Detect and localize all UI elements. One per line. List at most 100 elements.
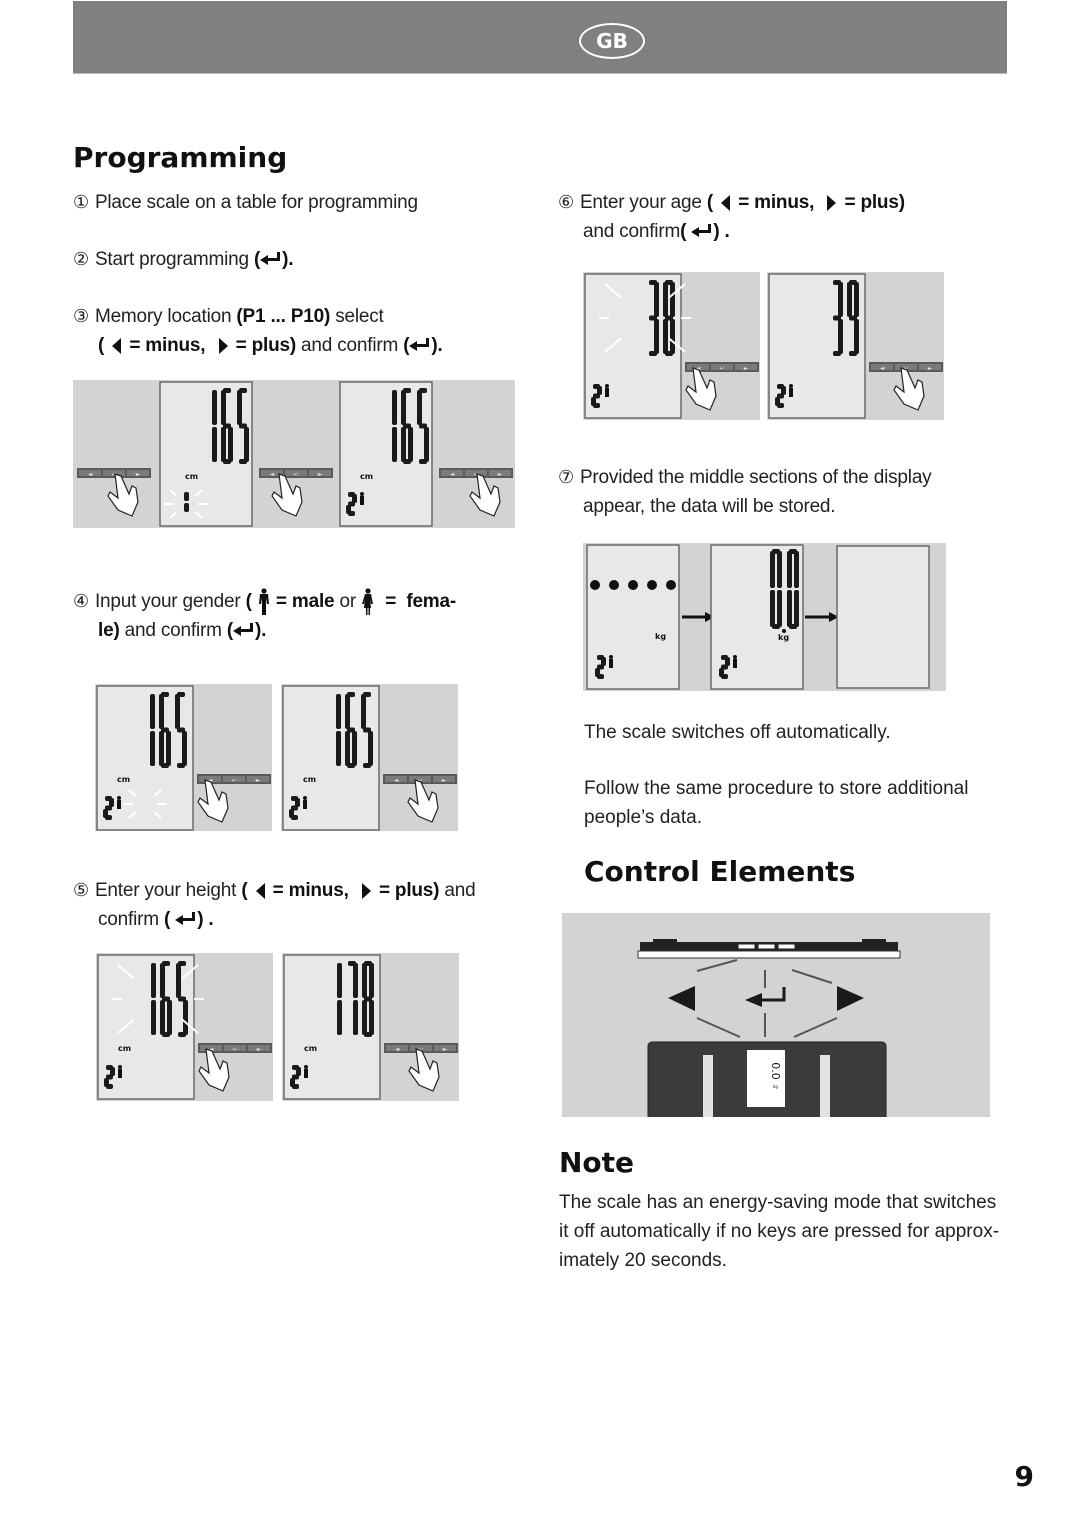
unit-label: cm: [304, 1044, 317, 1053]
pointing-hand-icon: [197, 779, 229, 823]
male-icon: [609, 655, 613, 668]
enter-icon: [409, 337, 431, 352]
svg-text:►: ►: [443, 1046, 448, 1053]
svg-text:►: ►: [136, 471, 141, 478]
right-arrow-icon: [361, 882, 371, 899]
figure-gender-2: cm ◄ ↵ ►: [281, 684, 458, 831]
right-arrow-icon: [218, 337, 228, 354]
svg-text:►: ►: [256, 777, 261, 784]
unit-label: cm: [185, 472, 198, 481]
male-icon: [360, 492, 364, 505]
note-title: Note: [559, 1146, 635, 1179]
male-icon: [605, 384, 609, 397]
svg-text:◄: ◄: [450, 471, 455, 478]
svg-text:◄: ◄: [270, 471, 275, 478]
svg-text:↵: ↵: [293, 471, 298, 478]
step-6: ⑥ Enter your age ( = minus, = plus) and c…: [558, 192, 905, 242]
enter-arrow-icon: [745, 987, 786, 1007]
left-arrow-icon: [721, 194, 731, 211]
pointing-hand-icon: [685, 367, 717, 411]
male-icon: [733, 655, 737, 668]
svg-text:►: ►: [744, 365, 749, 372]
svg-text:◄: ◄: [88, 471, 93, 478]
male-icon: [789, 384, 793, 397]
left-arrow-icon: [255, 882, 265, 899]
svg-text:◄: ◄: [394, 777, 399, 784]
enter-icon: [691, 223, 713, 238]
step-3: ③ Memory location (P1 ... P10) select ( =…: [73, 306, 443, 356]
control-elements-drawing: 0.0 kg: [637, 939, 901, 1125]
figure-memory-select: ◄ ↵ ► cm ◄ ↵ ► cm ◄ ↵ ►: [73, 380, 515, 528]
button-strip: ◄ ↵ ►: [259, 468, 333, 478]
svg-text:◄: ◄: [395, 1046, 400, 1053]
svg-text:↵: ↵: [231, 777, 236, 784]
progress-dot: [609, 580, 619, 590]
step-2: ② Start programming ().: [73, 249, 294, 270]
language-badge: GB: [579, 23, 645, 59]
figure-gender-1: cm ◄ ↵ ►: [95, 684, 272, 831]
svg-text:►: ►: [442, 777, 447, 784]
scale-display-value: 0.0: [769, 1062, 782, 1080]
figure-height-2: cm ◄ ↵ ►: [282, 953, 459, 1101]
figure-age-2-drawing: ◄ ↵ ►: [768, 273, 943, 419]
figure-age-1-drawing: ◄ ↵ ►: [584, 273, 759, 419]
right-arrow-icon: [827, 194, 837, 211]
unit-label: kg: [655, 632, 666, 641]
step-1: ① Place scale on a table for programming: [73, 192, 418, 213]
svg-text:►: ►: [928, 365, 933, 372]
step-7: ⑦ Provided the middle sections of the dis…: [558, 467, 932, 517]
control-elements-figure: 0.0 kg: [562, 913, 990, 1125]
progress-dot: [647, 580, 657, 590]
left-arrow-icon: [112, 337, 122, 354]
svg-text:►: ►: [257, 1046, 262, 1053]
left-arrow-icon: [668, 986, 695, 1011]
svg-text:►: ►: [318, 471, 323, 478]
button-strip: ◄ ↵ ►: [439, 468, 513, 478]
male-icon: [258, 588, 269, 615]
follow-procedure-text: Follow the same procedure to store addit…: [584, 778, 969, 828]
enter-icon: [232, 622, 255, 637]
progress-dot: [628, 580, 638, 590]
figure-memory-select-drawing: ◄ ↵ ► cm ◄ ↵ ► cm ◄ ↵ ►: [77, 381, 513, 527]
scale-display-unit: kg: [773, 1084, 778, 1089]
figure-gender-2-drawing: cm ◄ ↵ ►: [282, 685, 457, 831]
enter-key-icon[interactable]: [757, 943, 776, 950]
figure-height-1: cm ◄ ↵ ►: [96, 953, 273, 1101]
pointing-hand-icon: [198, 1048, 230, 1092]
pointing-hand-icon: [893, 367, 925, 411]
programming-title: Programming: [73, 141, 288, 174]
figure-store-data-drawing: kg kg: [586, 544, 930, 690]
figure-age-1: ◄ ↵ ►: [583, 272, 760, 420]
control-elements-title: Control Elements: [584, 855, 856, 888]
unit-label: kg: [778, 633, 789, 642]
auto-off-text: The scale switches off automatically.: [584, 722, 891, 743]
figure-height-2-drawing: cm ◄ ↵ ►: [283, 954, 458, 1100]
progress-dot: [666, 580, 676, 590]
pointing-hand-icon: [271, 473, 303, 517]
button-strip: ◄ ↵ ►: [77, 468, 151, 478]
male-icon: [304, 1065, 308, 1078]
unit-label: cm: [303, 775, 316, 784]
male-icon: [118, 1065, 122, 1078]
svg-text:↵: ↵: [232, 1046, 237, 1053]
unit-label: cm: [118, 1044, 131, 1053]
figure-age-2: ◄ ↵ ►: [767, 272, 944, 420]
right-key-icon[interactable]: [777, 943, 796, 950]
pointing-hand-icon: [469, 473, 501, 517]
svg-text:↵: ↵: [719, 365, 724, 372]
svg-text:◄: ◄: [880, 365, 885, 372]
enter-icon: [260, 251, 282, 266]
pointing-hand-icon: [407, 779, 439, 823]
step-4: ④ Input your gender ( = male or = fema- l…: [73, 587, 456, 645]
pointing-hand-icon: [408, 1048, 440, 1092]
lcd-display: [836, 545, 930, 689]
progress-dot: [590, 580, 600, 590]
enter-icon: [175, 911, 197, 926]
left-key-icon[interactable]: [737, 943, 756, 950]
unit-label: cm: [360, 472, 373, 481]
figure-height-1-drawing: cm ◄ ↵ ►: [97, 954, 272, 1100]
female-icon: [362, 588, 374, 615]
male-icon: [117, 796, 121, 809]
figure-gender-1-drawing: cm ◄ ↵ ►: [96, 685, 271, 831]
step-5: ⑤ Enter your height ( = minus, = plus) an…: [73, 880, 476, 930]
